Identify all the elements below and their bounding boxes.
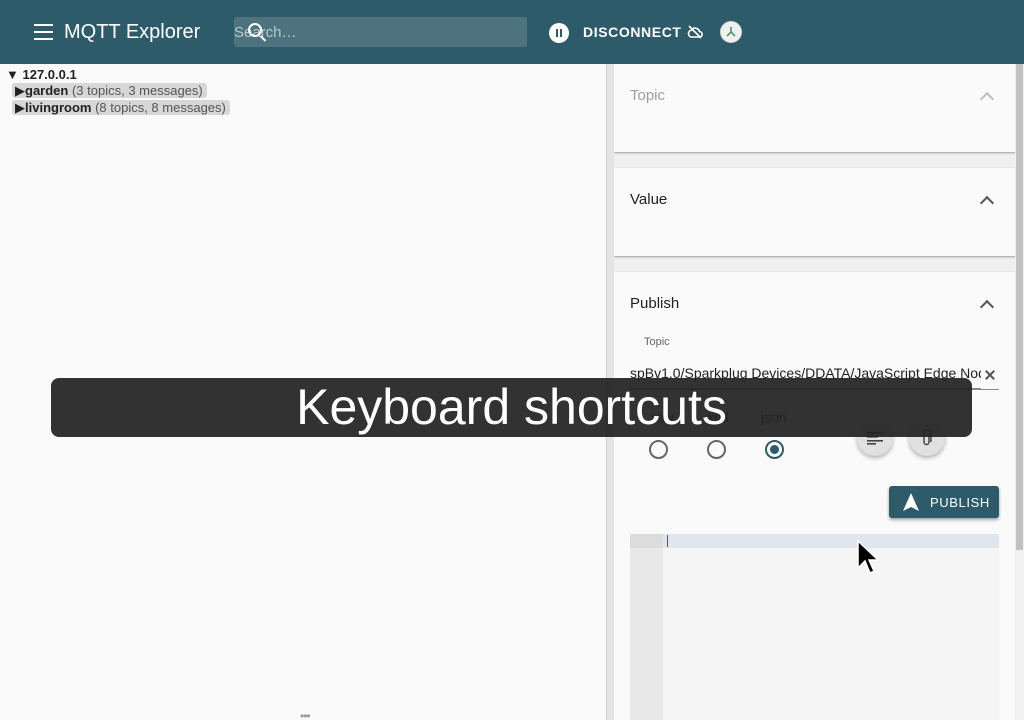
format-radio-json[interactable] <box>765 440 784 459</box>
tree-node-name: garden <box>25 83 69 98</box>
pause-icon[interactable] <box>549 23 569 43</box>
mouse-cursor-icon <box>857 540 879 575</box>
avatar[interactable] <box>720 21 742 43</box>
search-box[interactable] <box>234 17 527 47</box>
publish-button-label: PUBLISH <box>930 495 990 510</box>
resize-handle[interactable]: ••• <box>300 709 311 720</box>
scrollbar-thumb[interactable] <box>1016 64 1023 550</box>
topic-panel-title[interactable]: Topic <box>630 87 665 104</box>
value-panel: Value <box>614 168 1015 256</box>
search-input[interactable] <box>234 17 527 47</box>
format-radio-raw[interactable] <box>649 440 668 459</box>
chevron-up-icon[interactable] <box>979 299 995 315</box>
tree-node-meta: (3 topics, 3 messages) <box>71 83 203 98</box>
topic-panel: Topic <box>614 64 1015 152</box>
editor-active-line <box>663 534 999 548</box>
connection-icon <box>726 27 736 37</box>
tree-node-name: livingroom <box>25 100 92 115</box>
editor-active-gutter-line <box>630 534 663 548</box>
cloud-off-icon <box>687 25 703 39</box>
publish-topic-label: Topic <box>644 336 670 348</box>
app-title: MQTT Explorer <box>64 21 201 43</box>
publish-button[interactable]: PUBLISH <box>889 486 999 518</box>
tree-node-meta: (8 topics, 8 messages) <box>95 100 226 115</box>
send-icon <box>903 493 919 511</box>
payload-editor[interactable] <box>630 534 999 720</box>
app-bar: MQTT Explorer DISCONNECT <box>0 0 1024 64</box>
expand-arrow-icon: ▶ <box>15 100 25 115</box>
editor-caret <box>667 535 668 547</box>
value-panel-title[interactable]: Value <box>630 191 667 208</box>
tree-root-node[interactable]: ▼ 127.0.0.1 <box>6 67 77 82</box>
disconnect-button[interactable]: DISCONNECT <box>583 24 682 40</box>
tree-node-garden[interactable]: ▶garden (3 topics, 3 messages) <box>12 83 207 98</box>
publish-panel-title[interactable]: Publish <box>630 295 679 312</box>
keyboard-shortcuts-overlay: Keyboard shortcuts <box>51 378 972 437</box>
tree-node-livingroom[interactable]: ▶livingroom (8 topics, 8 messages) <box>12 100 230 115</box>
menu-icon[interactable] <box>34 24 53 40</box>
format-radio-xml[interactable] <box>707 440 726 459</box>
expand-arrow-icon: ▶ <box>15 83 25 98</box>
editor-gutter <box>630 534 663 720</box>
chevron-up-icon[interactable] <box>979 91 995 107</box>
chevron-up-icon[interactable] <box>979 195 995 211</box>
clear-icon[interactable] <box>985 370 995 380</box>
